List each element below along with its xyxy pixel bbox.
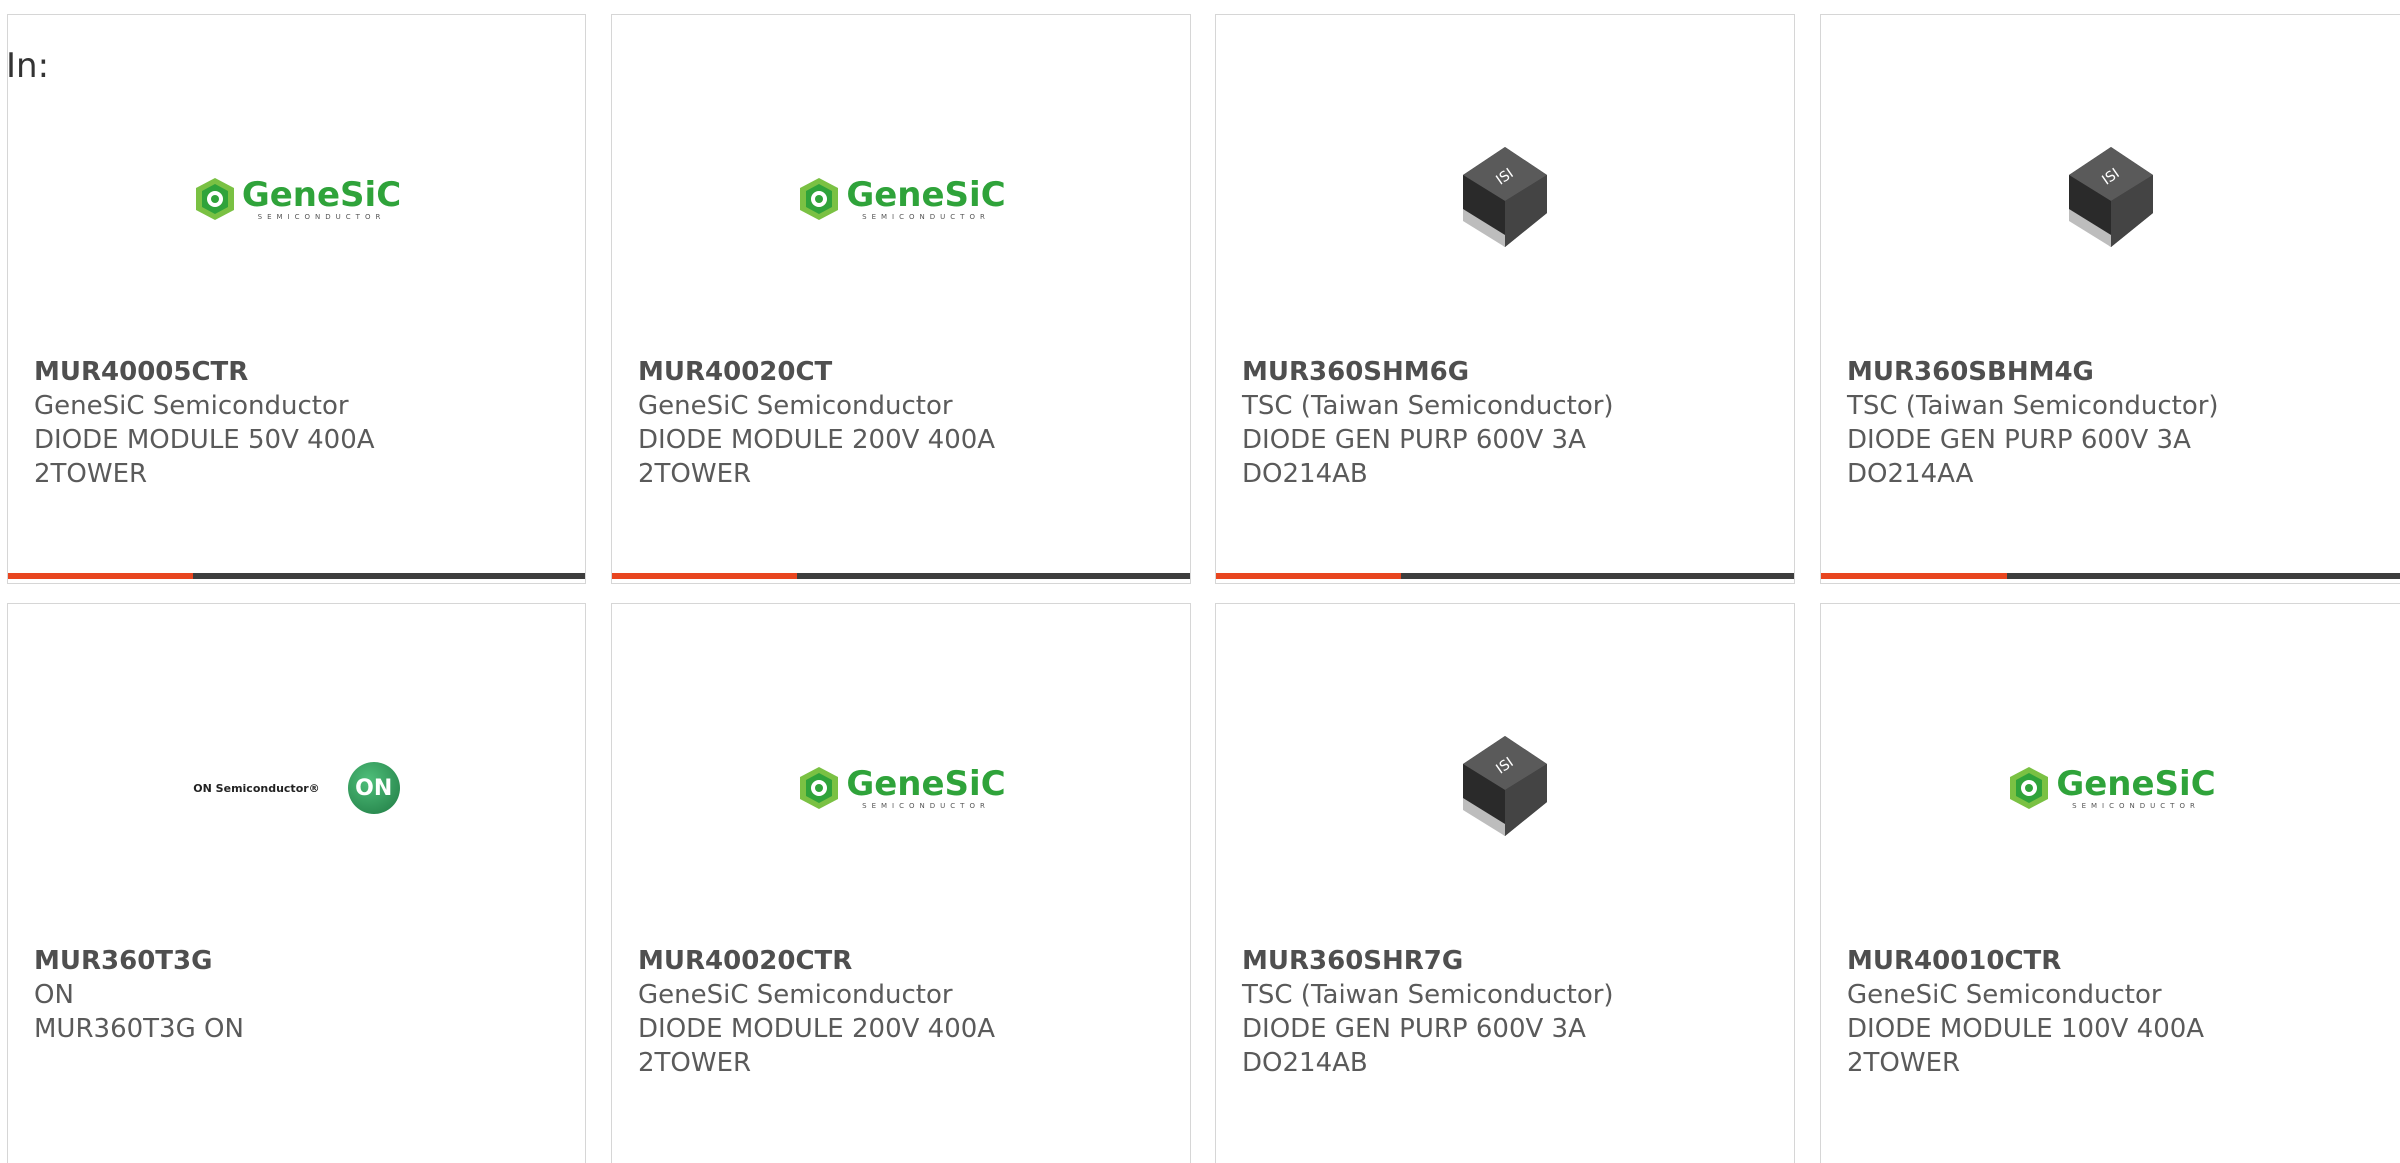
product-details: MUR360T3G ON MUR360T3G ON	[34, 944, 244, 1046]
product-card[interactable]: ON Semiconductor® ON MUR360T3G ON MUR360…	[7, 603, 586, 1163]
product-details: MUR360SHR7G TSC (Taiwan Semiconductor) D…	[1242, 944, 1614, 1080]
product-details: MUR40005CTR GeneSiC Semiconductor DIODE …	[34, 355, 375, 491]
product-card[interactable]: ISI MUR360SHR7G TSC (Taiwan Semiconducto…	[1215, 603, 1795, 1163]
product-image[interactable]: ISI	[1821, 115, 2400, 283]
genesic-hex-icon	[800, 178, 839, 220]
product-card[interactable]: ISI MUR360SHM6G TSC (Taiwan Semiconducto…	[1215, 14, 1795, 584]
package: 2TOWER	[638, 459, 752, 489]
genesic-wordmark: GeneSiC SEMICONDUCTOR	[241, 174, 402, 221]
product-card[interactable]: GeneSiC SEMICONDUCTOR MUR40010CTR GeneSi…	[1820, 603, 2400, 1163]
part-number-link[interactable]: MUR40010CTR	[1847, 944, 2204, 978]
part-number-link[interactable]: MUR40020CTR	[638, 944, 995, 978]
package: 2TOWER	[1847, 1048, 1961, 1078]
product-image[interactable]: GeneSiC SEMICONDUCTOR	[612, 115, 1190, 283]
part-number-link[interactable]: MUR360T3G	[34, 944, 244, 978]
part-number-link[interactable]: MUR40020CT	[638, 355, 995, 389]
package: DO214AA	[1847, 459, 1974, 489]
manufacturer: GeneSiC Semiconductor	[1847, 980, 2162, 1010]
hover-bar-fill	[1821, 573, 2007, 579]
on-logo-icon: ON	[347, 762, 400, 814]
hover-bar	[1821, 573, 2400, 579]
product-details: MUR360SBHM4G TSC (Taiwan Semiconductor) …	[1847, 355, 2219, 491]
part-number-link[interactable]: MUR40005CTR	[34, 355, 375, 389]
package: 2TOWER	[34, 459, 148, 489]
description: DIODE GEN PURP 600V 3A	[1242, 425, 1586, 455]
description: DIODE MODULE 200V 400A	[638, 425, 996, 455]
part-number-link[interactable]: MUR360SHM6G	[1242, 355, 1614, 389]
product-details: MUR360SHM6G TSC (Taiwan Semiconductor) D…	[1242, 355, 1614, 491]
manufacturer: TSC (Taiwan Semiconductor)	[1242, 980, 1614, 1010]
package: DO214AB	[1242, 459, 1368, 489]
product-card[interactable]: GeneSiC SEMICONDUCTOR MUR40005CTR GeneSi…	[7, 14, 586, 584]
product-image[interactable]: ISI	[1216, 115, 1794, 283]
genesic-logo: GeneSiC SEMICONDUCTOR	[192, 176, 401, 222]
on-semiconductor-logo: ON Semiconductor® ON	[193, 762, 400, 814]
product-image[interactable]: GeneSiC SEMICONDUCTOR	[612, 704, 1190, 872]
manufacturer: GeneSiC Semiconductor	[638, 980, 953, 1010]
manufacturer: GeneSiC Semiconductor	[34, 391, 349, 421]
description: DIODE MODULE 50V 400A	[34, 425, 375, 455]
genesic-logo: GeneSiC SEMICONDUCTOR	[796, 763, 1006, 811]
description: DIODE MODULE 200V 400A	[638, 1014, 996, 1044]
smd-diode-package-icon: ISI	[1463, 147, 1547, 247]
part-number-link[interactable]: MUR360SBHM4G	[1847, 355, 2219, 389]
manufacturer: TSC (Taiwan Semiconductor)	[1242, 391, 1614, 421]
product-details: MUR40020CTR GeneSiC Semiconductor DIODE …	[638, 944, 995, 1080]
genesic-logo: GeneSiC SEMICONDUCTOR	[796, 174, 1006, 222]
genesic-hex-icon	[195, 178, 234, 220]
manufacturer: GeneSiC Semiconductor	[638, 391, 953, 421]
description: DIODE MODULE 100V 400A	[1847, 1014, 2205, 1044]
genesic-wordmark: GeneSiC SEMICONDUCTOR	[2056, 763, 2216, 810]
smd-diode-package-icon: ISI	[2069, 147, 2153, 247]
manufacturer: TSC (Taiwan Semiconductor)	[1847, 391, 2219, 421]
genesic-logo: GeneSiC SEMICONDUCTOR	[2006, 763, 2216, 811]
product-details: MUR40020CT GeneSiC Semiconductor DIODE M…	[638, 355, 995, 491]
hover-bar-fill	[612, 573, 797, 579]
description: MUR360T3G ON	[34, 1014, 244, 1044]
package: DO214AB	[1242, 1048, 1368, 1078]
hover-bar	[1216, 573, 1794, 579]
product-image[interactable]: GeneSiC SEMICONDUCTOR	[1821, 704, 2400, 872]
product-card[interactable]: GeneSiC SEMICONDUCTOR MUR40020CT GeneSiC…	[611, 14, 1191, 584]
product-image[interactable]: ON Semiconductor® ON	[8, 704, 585, 872]
product-grid-page: In: GeneSiC SEMICONDUCTOR MUR40005CTR Ge…	[0, 0, 2400, 1163]
hover-bar	[612, 573, 1190, 579]
hover-bar	[8, 573, 585, 579]
genesic-hex-icon	[800, 767, 839, 809]
package: 2TOWER	[638, 1048, 752, 1078]
part-number-link[interactable]: MUR360SHR7G	[1242, 944, 1614, 978]
product-image[interactable]: ISI	[1216, 704, 1794, 872]
genesic-hex-icon	[2010, 767, 2049, 809]
genesic-wordmark: GeneSiC SEMICONDUCTOR	[846, 174, 1006, 221]
product-details: MUR40010CTR GeneSiC Semiconductor DIODE …	[1847, 944, 2204, 1080]
description: DIODE GEN PURP 600V 3A	[1847, 425, 2191, 455]
manufacturer: ON	[34, 980, 74, 1010]
product-card[interactable]: GeneSiC SEMICONDUCTOR MUR40020CTR GeneSi…	[611, 603, 1191, 1163]
smd-diode-package-icon: ISI	[1463, 736, 1547, 836]
section-heading: In:	[6, 46, 50, 86]
description: DIODE GEN PURP 600V 3A	[1242, 1014, 1586, 1044]
hover-bar-fill	[8, 573, 193, 579]
product-card[interactable]: ISI MUR360SBHM4G TSC (Taiwan Semiconduct…	[1820, 14, 2400, 584]
hover-bar-fill	[1216, 573, 1401, 579]
product-image[interactable]: GeneSiC SEMICONDUCTOR	[8, 115, 585, 283]
on-semiconductor-wordmark: ON Semiconductor®	[193, 781, 320, 795]
genesic-wordmark: GeneSiC SEMICONDUCTOR	[846, 763, 1006, 810]
